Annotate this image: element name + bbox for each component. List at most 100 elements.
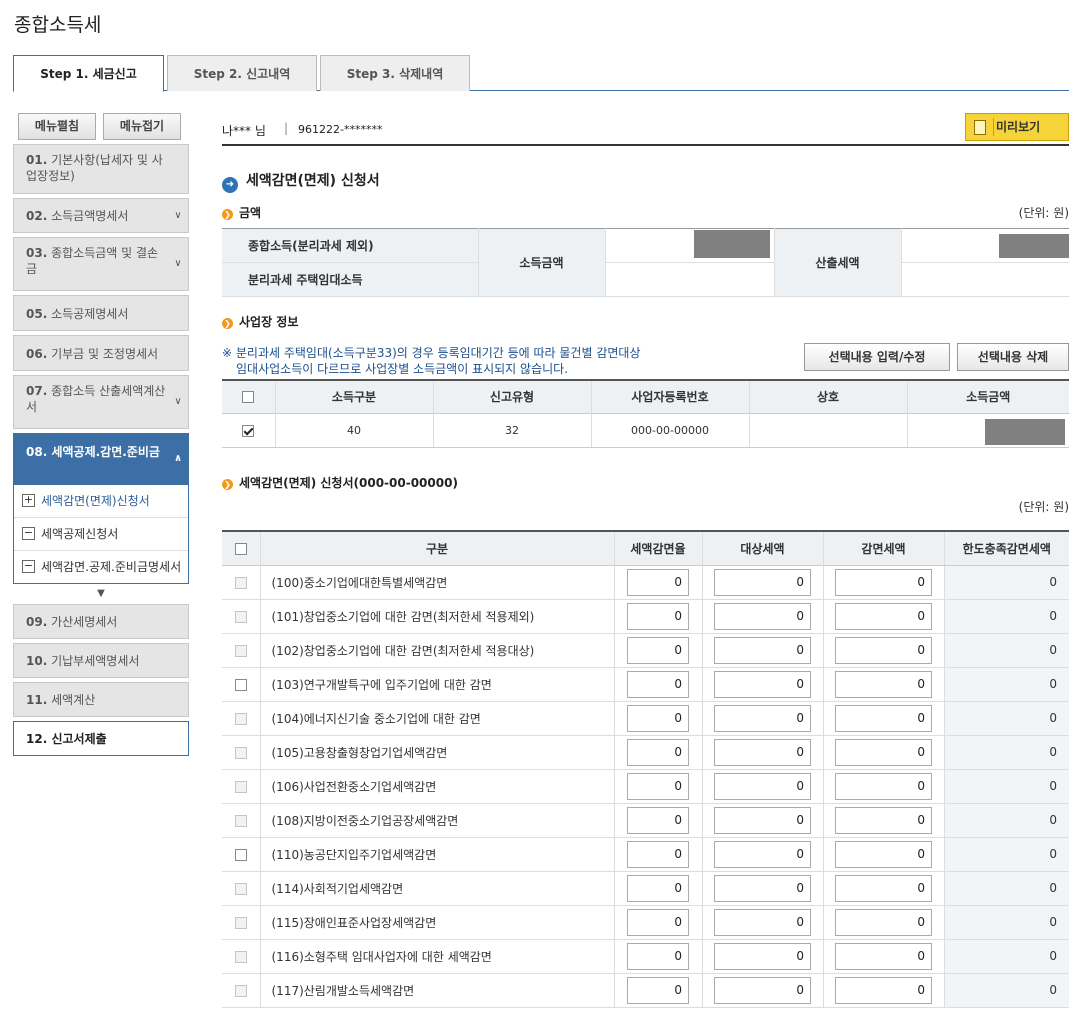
rate-input[interactable] [627, 840, 689, 868]
reduced-tax-input[interactable] [835, 568, 932, 596]
menu-collapse-button[interactable]: 메뉴접기 [103, 113, 181, 140]
reduced-tax-input[interactable] [835, 806, 932, 834]
user-id: 961222-******* [298, 123, 383, 136]
reduced-tax-input[interactable] [835, 908, 932, 936]
menu-expand-button[interactable]: 메뉴펼침 [18, 113, 96, 140]
sidebar-item-income[interactable]: 02. 소득금액명세서 ∨ [13, 198, 189, 233]
rate-input[interactable] [627, 738, 689, 766]
reduced-tax-input[interactable] [835, 738, 932, 766]
reduced-tax-input[interactable] [835, 840, 932, 868]
sidebar-item-total-income[interactable]: 03. 종합소득금액 및 결손금 ∨ [13, 237, 189, 291]
rate-input[interactable] [627, 908, 689, 936]
minus-icon: − [22, 526, 35, 540]
chevron-up-icon[interactable]: ∧ [171, 451, 185, 467]
table-row: (114)사회적기업세액감면 0 [222, 871, 1069, 906]
delete-selected-button[interactable]: 선택내용 삭제 [957, 343, 1069, 371]
limit-tax-value: 0 [943, 973, 1069, 1008]
sidebar-item-prepaid[interactable]: 10. 기납부세액명세서 [13, 643, 189, 678]
sidebar-item-tax-compute[interactable]: 11. 세액계산 [13, 682, 189, 717]
table-row: (116)소형주택 임대사업자에 대한 세액감면 0 [222, 939, 1069, 974]
reduced-tax-input[interactable] [835, 602, 932, 630]
row-checkbox[interactable] [234, 848, 247, 861]
target-tax-input[interactable] [714, 636, 811, 664]
preview-button[interactable]: 미리보기 [965, 113, 1069, 141]
reduced-tax-input[interactable] [835, 704, 932, 732]
chevron-down-icon[interactable]: ∨ [171, 208, 185, 224]
target-tax-input[interactable] [714, 908, 811, 936]
sidebar-item-tax-calc[interactable]: 07. 종합소득 산출세액계산서 ∨ [13, 375, 189, 429]
row-checkbox [234, 882, 247, 895]
reduced-tax-input[interactable] [835, 670, 932, 698]
main-content: 나*** 님 | 961222-******* 미리보기 ➜ 세액감면(면제) 신… [222, 113, 1069, 1008]
down-arrow-icon: ▼ [97, 588, 105, 599]
sidebar-item-penalty[interactable]: 09. 가산세명세서 [13, 604, 189, 639]
table-row: (117)산림개발소득세액감면 0 [222, 973, 1069, 1008]
bullet-icon: ❯ [222, 318, 233, 329]
income-amount-cell [906, 413, 1069, 448]
subnav-item-reduction[interactable]: + 세액감면(면제)신청서 [14, 485, 188, 518]
sidebar-item-donation[interactable]: 06. 기부금 및 조정명세서 [13, 335, 189, 371]
row-checkbox [234, 610, 247, 623]
tab-step3[interactable]: Step 3. 삭제내역 [320, 55, 470, 91]
reduction-heading: ❯ 세액감면(면제) 신청서(000-00-00000) [222, 474, 458, 491]
reduction-name: (115)장애인표준사업장세액감면 [259, 905, 614, 940]
section-title: ➜ 세액감면(면제) 신청서 [222, 170, 380, 193]
table-row: (108)지방이전중소기업공장세액감면 0 [222, 803, 1069, 838]
col-income-amount: 소득금액 [906, 380, 1069, 414]
reduced-tax-input[interactable] [835, 942, 932, 970]
row-checkbox [234, 644, 247, 657]
tab-step2[interactable]: Step 2. 신고내역 [167, 55, 317, 91]
col-category: 구분 [259, 531, 614, 566]
target-tax-input[interactable] [714, 942, 811, 970]
chevron-down-icon[interactable]: ∨ [171, 256, 185, 272]
masked-value [984, 418, 1065, 445]
sidebar-item-basic[interactable]: 01. 기본사항(납세자 및 사업장정보) [13, 144, 189, 194]
table-row: (100)중소기업에대한특별세액감면 0 [222, 565, 1069, 600]
target-tax-input[interactable] [714, 874, 811, 902]
reduced-tax-input[interactable] [835, 636, 932, 664]
subnav-item-statement[interactable]: − 세액감면.공제.준비금명세서 [14, 551, 188, 583]
target-tax-input[interactable] [714, 704, 811, 732]
step-tabs: Step 1. 세금신고 Step 2. 신고내역 Step 3. 삭제내역 [13, 55, 1069, 92]
reduced-tax-input[interactable] [835, 976, 932, 1004]
minus-icon: − [22, 559, 35, 573]
rate-input[interactable] [627, 602, 689, 630]
target-tax-input[interactable] [714, 840, 811, 868]
tab-step1[interactable]: Step 1. 세금신고 [13, 55, 164, 92]
rate-input[interactable] [627, 942, 689, 970]
sidebar-item-credit[interactable]: 08. 세액공제.감면.준비금 ∧ [13, 433, 189, 485]
sidebar-item-submit[interactable]: 12. 신고서제출 [13, 721, 189, 756]
target-tax-input[interactable] [714, 976, 811, 1004]
limit-tax-value: 0 [943, 769, 1069, 804]
row-checkbox[interactable] [242, 424, 255, 437]
sidebar-item-deduction[interactable]: 05. 소득공제명세서 [13, 295, 189, 331]
chevron-down-icon[interactable]: ∨ [171, 394, 185, 410]
target-tax-input[interactable] [714, 772, 811, 800]
reduction-name: (102)창업중소기업에 대한 감면(최저한세 적용대상) [259, 633, 614, 668]
edit-selected-button[interactable]: 선택내용 입력/수정 [804, 343, 950, 371]
target-tax-input[interactable] [714, 602, 811, 630]
income-amount-label: 소득금액 [477, 228, 606, 297]
row-checkbox[interactable] [234, 678, 247, 691]
reduced-tax-input[interactable] [835, 874, 932, 902]
select-all-checkbox[interactable] [234, 542, 247, 555]
limit-tax-value: 0 [943, 803, 1069, 838]
target-tax-input[interactable] [714, 670, 811, 698]
rate-input[interactable] [627, 636, 689, 664]
rate-input[interactable] [627, 670, 689, 698]
rate-input[interactable] [627, 772, 689, 800]
rate-input[interactable] [627, 568, 689, 596]
subnav-item-credit[interactable]: − 세액공제신청서 [14, 518, 188, 551]
target-tax-input[interactable] [714, 738, 811, 766]
reg-no-cell: 000-00-00000 [590, 413, 749, 448]
select-all-checkbox[interactable] [242, 391, 255, 404]
limit-tax-value: 0 [943, 701, 1069, 736]
target-tax-input[interactable] [714, 568, 811, 596]
rate-input[interactable] [627, 874, 689, 902]
reduced-tax-input[interactable] [835, 772, 932, 800]
target-tax-input[interactable] [714, 806, 811, 834]
rate-input[interactable] [627, 806, 689, 834]
row-checkbox [234, 814, 247, 827]
rate-input[interactable] [627, 976, 689, 1004]
rate-input[interactable] [627, 704, 689, 732]
